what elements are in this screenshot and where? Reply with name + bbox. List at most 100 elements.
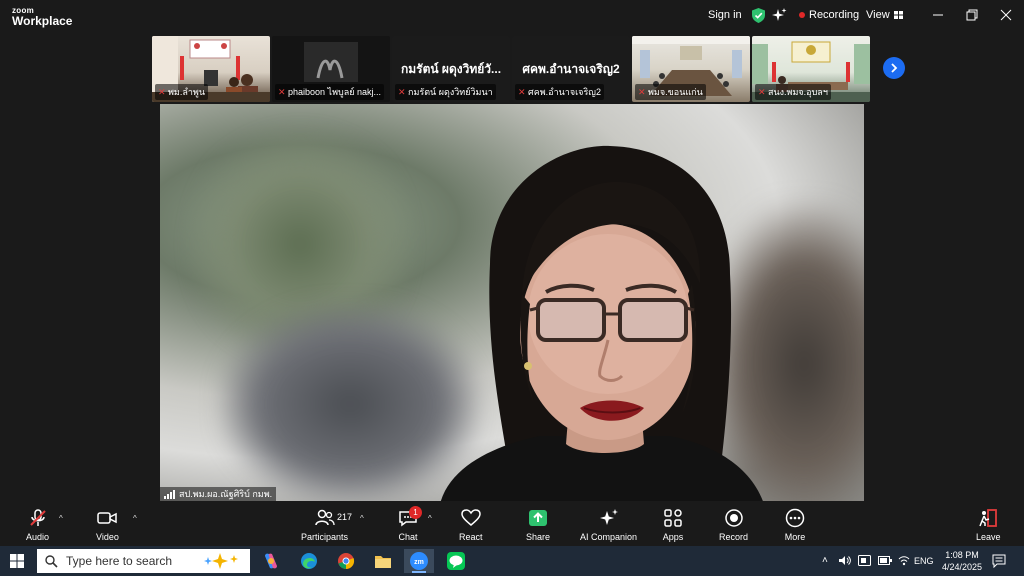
participant-name-tag: ✕ ศคพ.อำนาจเจริญ2 [515, 84, 604, 100]
participant-display-name: กมรัตน์ ผดุงวิทย์วั... [400, 62, 502, 76]
record-icon [723, 508, 745, 528]
share-screen-icon [527, 508, 549, 528]
mic-muted-icon: ✕ [278, 86, 286, 97]
participant-name: พมจ.ขอนแก่น [648, 87, 703, 97]
restore-icon[interactable] [965, 8, 979, 22]
speaker-name: สป.พม.ผอ.ณัฐศิริบ์ กมพ. [179, 489, 273, 499]
video-button[interactable]: Video [96, 508, 119, 542]
participant-name-tag: ✕ พมจ.ขอนแก่น [635, 84, 706, 100]
wifi-icon[interactable] [898, 555, 910, 566]
participants-count: 217 [337, 512, 353, 522]
logo-workplace-text: Workplace [12, 14, 73, 28]
security-shield-icon[interactable] [752, 8, 765, 23]
copilot-icon [265, 553, 277, 569]
windows-start-icon[interactable] [10, 554, 24, 568]
more-label: More [784, 532, 806, 542]
zoom-logo: zoom Workplace [12, 6, 73, 28]
chat-options-caret-icon[interactable]: ^ [428, 514, 432, 523]
ai-companion-button[interactable]: AI Companion [580, 508, 637, 542]
participant-name-tag: ✕ phaiboon ไพบูลย์ nakj... [275, 84, 385, 100]
participants-options-caret-icon[interactable]: ^ [360, 514, 364, 523]
taskbar-zoom-app[interactable]: zm [404, 549, 434, 573]
mic-muted-icon: ✕ [518, 86, 526, 97]
close-icon[interactable] [999, 8, 1013, 22]
minimize-icon[interactable] [931, 8, 945, 22]
apps-icon [662, 508, 684, 528]
taskbar-file-explorer-app[interactable] [368, 549, 398, 573]
search-placeholder: Type here to search [66, 554, 173, 568]
participant-name: กมรัตน์ ผดุงวิทย์วิมนา [408, 87, 493, 97]
audio-button[interactable]: Audio [26, 508, 49, 542]
title-bar: zoom Workplace Sign in Recording View [0, 0, 1024, 32]
chevron-right-icon [891, 63, 898, 73]
participant-name-tag: ✕ พม.ลำพูน [155, 84, 209, 100]
mic-muted-icon: ✕ [758, 86, 766, 97]
meeting-controls-toolbar: Audio ^ Video ^ Participants 217 ^ Chat … [0, 502, 1024, 546]
taskbar-clock[interactable]: 1:08 PM 4/24/2025 [938, 549, 986, 573]
input-language-indicator[interactable]: ENG [914, 556, 934, 566]
participant-tile[interactable]: ✕ พมจ.ขอนแก่น [632, 36, 750, 102]
share-button[interactable]: Share [526, 508, 550, 542]
participant-name-tag: ✕ กมรัตน์ ผดุงวิทย์วิมนา [395, 84, 496, 100]
record-button[interactable]: Record [719, 508, 748, 542]
recording-indicator[interactable]: Recording [799, 9, 859, 21]
chrome-browser-icon [338, 553, 355, 570]
speaker-name-tag: สป.พม.ผอ.ณัฐศิริบ์ กมพ. [160, 487, 277, 501]
recording-dot-icon [799, 12, 805, 18]
video-label: Video [96, 532, 119, 542]
taskbar-edge-app[interactable] [294, 549, 324, 573]
chat-label: Chat [398, 532, 418, 542]
participant-name: สนง.พมจ.อุบลฯ [768, 87, 828, 97]
participant-tile[interactable]: ศคพ.อำนาจเจริญ2 ✕ ศคพ.อำนาจเจริญ2 [512, 36, 630, 102]
meet-now-camera-icon[interactable] [858, 555, 871, 566]
show-hidden-icons-chevron-icon[interactable]: ˄ [822, 555, 828, 566]
taskbar-copilot-app[interactable] [256, 549, 286, 573]
mic-muted-icon: ✕ [158, 86, 166, 97]
grid-view-icon [893, 11, 903, 19]
battery-icon[interactable] [878, 556, 892, 565]
audio-options-caret-icon[interactable]: ^ [59, 514, 63, 523]
view-button[interactable]: View [866, 9, 903, 21]
ai-sparkle-icon [598, 508, 620, 528]
participant-name: phaiboon ไพบูลย์ nakj... [288, 87, 382, 97]
participant-tile[interactable]: ✕ สนง.พมจ.อุบลฯ [752, 36, 870, 102]
search-highlight-sparkle-icon [204, 553, 238, 569]
active-speaker-video [160, 104, 864, 501]
ai-sparkle-icon[interactable] [772, 8, 787, 23]
react-button[interactable]: React [459, 508, 483, 542]
view-label: View [866, 9, 890, 21]
heart-icon [460, 508, 482, 528]
share-label: Share [526, 532, 551, 542]
clock-date: 4/24/2025 [941, 562, 983, 572]
sign-in-link[interactable]: Sign in [708, 9, 742, 21]
leave-button[interactable]: Leave [976, 508, 1001, 542]
line-messenger-icon [447, 552, 465, 570]
mic-muted-icon: ✕ [398, 86, 406, 97]
react-label: React [459, 532, 483, 542]
more-button[interactable]: More [784, 508, 806, 542]
participant-name: ศคพ.อำนาจเจริญ2 [528, 87, 601, 97]
speaker-person [441, 145, 763, 501]
taskbar-line-app[interactable] [441, 549, 471, 573]
participant-tile[interactable]: ✕ phaiboon ไพบูลย์ nakj... [272, 36, 390, 102]
video-camera-icon [96, 508, 118, 528]
apps-button[interactable]: Apps [662, 508, 684, 542]
signal-strength-icon [164, 489, 175, 499]
video-options-caret-icon[interactable]: ^ [133, 514, 137, 523]
zoom-app-icon: zm [410, 552, 428, 570]
participants-label: Participants [301, 532, 349, 542]
svg-text:zm: zm [414, 559, 424, 566]
notification-center-icon[interactable] [992, 554, 1006, 568]
zoom-window: zoom Workplace Sign in Recording View ✕ … [0, 0, 1024, 576]
recording-label: Recording [809, 9, 860, 21]
speaker-volume-icon[interactable] [838, 555, 851, 566]
participant-tile[interactable]: กมรัตน์ ผดุงวิทย์วั... ✕ กมรัตน์ ผดุงวิทย… [392, 36, 510, 102]
participant-name: พม.ลำพูน [168, 87, 206, 97]
participant-name-tag: ✕ สนง.พมจ.อุบลฯ [755, 84, 831, 100]
audio-label: Audio [26, 532, 50, 542]
participant-tile[interactable]: ✕ พม.ลำพูน [152, 36, 270, 102]
taskbar-chrome-app[interactable] [331, 549, 361, 573]
taskbar-search-box[interactable]: Type here to search [37, 549, 250, 573]
edge-browser-icon [301, 553, 317, 569]
next-page-button[interactable] [883, 57, 905, 79]
